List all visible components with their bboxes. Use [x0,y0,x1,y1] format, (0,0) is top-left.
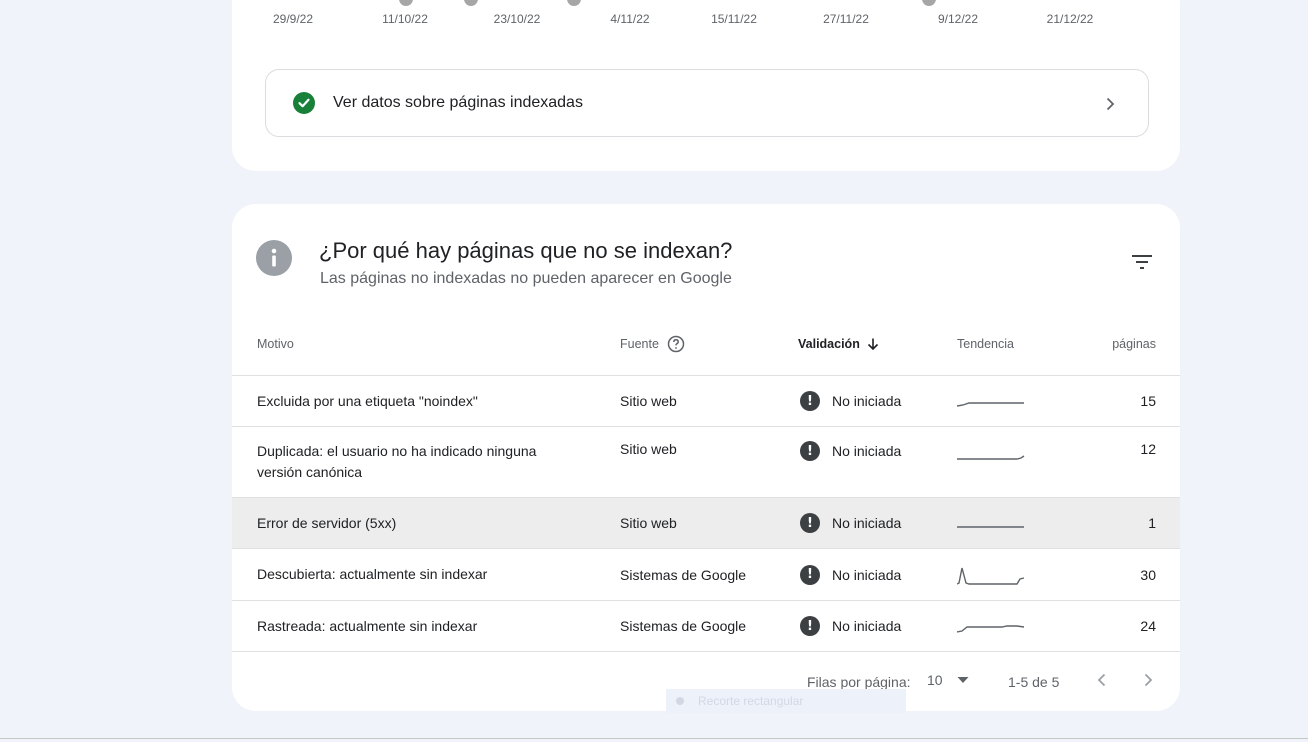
column-header-fuente[interactable]: Fuente [620,335,685,353]
chart-annotation-marker[interactable] [922,0,936,6]
window-bottom-border [0,738,1308,739]
info-icon [256,240,292,276]
check-circle-icon [293,92,315,114]
chevron-left-icon[interactable] [1092,670,1112,690]
source-cell: Sitio web [620,393,677,409]
warning-icon: ! [800,564,820,585]
pages-count-cell: 12 [1140,441,1156,457]
column-header-tendencia-label: Tendencia [957,337,1014,351]
x-axis-tick-label: 4/11/22 [610,12,650,26]
reason-cell: Duplicada: el usuario no ha indicado nin… [257,443,537,480]
filter-icon[interactable] [1130,250,1154,274]
x-axis-tick-label: 15/11/22 [711,12,757,26]
column-header-motivo[interactable]: Motivo [257,337,294,351]
rows-per-page-select[interactable]: 10 [927,672,969,688]
pages-count-cell: 15 [1140,393,1156,409]
reason-cell: Rastreada: actualmente sin indexar [257,617,478,634]
trend-sparkline [957,376,1025,426]
source-cell: Sitio web [620,441,677,457]
validation-status: No iniciada [832,618,902,634]
indexed-pages-link[interactable]: Ver datos sobre páginas indexadas [265,69,1149,137]
table-row[interactable]: Duplicada: el usuario no ha indicado nin… [232,426,1180,497]
snip-tooltip-label: Recorte rectangular [698,694,804,708]
pages-count-cell: 24 [1140,618,1156,634]
table-footer-divider [232,651,1180,652]
validation-status: No iniciada [832,443,902,459]
column-header-validacion-label: Validación [798,337,860,351]
x-axis-tick-label: 21/12/22 [1046,12,1094,26]
trend-sparkline [957,498,1025,548]
column-header-paginas[interactable]: páginas [1112,337,1156,351]
x-axis-tick-label: 29/9/22 [272,12,314,26]
indexed-pages-label: Ver datos sobre páginas indexadas [333,94,583,111]
x-axis-tick-label: 27/11/22 [823,12,869,26]
column-header-tendencia[interactable]: Tendencia [957,337,1014,351]
rows-per-page-value: 10 [927,672,943,688]
chart-annotation-marker[interactable] [464,0,478,6]
chevron-right-icon[interactable] [1138,670,1158,690]
warning-icon: ! [800,513,820,533]
help-icon[interactable] [667,335,685,353]
reason-cell: Error de servidor (5xx) [257,514,397,531]
validation-status: No iniciada [832,393,902,409]
snip-dot-icon [676,697,684,705]
validation-cell: ! No iniciada [800,498,901,548]
source-cell: Sitio web [620,515,677,531]
source-cell: Sistemas de Google [620,618,747,634]
trend-sparkline [957,448,1025,464]
column-header-paginas-label: páginas [1112,337,1156,351]
chevron-right-icon [1106,97,1115,111]
card-title: ¿Por qué hay páginas que no se indexan? [319,238,733,263]
chart-annotation-marker[interactable] [567,0,581,6]
chart-annotation-marker[interactable] [399,0,413,6]
warning-icon: ! [800,616,820,636]
caret-down-icon [957,677,969,683]
snip-tooltip: Recorte rectangular [666,689,906,713]
pages-count-cell: 1 [1148,515,1156,531]
validation-cell: ! No iniciada [800,376,901,426]
validation-cell: ! No iniciada [800,549,901,600]
validation-status: No iniciada [832,515,902,531]
warning-icon: ! [800,441,820,461]
pages-count-cell: 30 [1140,566,1156,583]
x-axis-tick-label: 9/12/22 [937,12,979,26]
table-row[interactable]: Rastreada: actualmente sin indexar Siste… [232,600,1180,651]
reason-cell: Excluida por una etiqueta "noindex" [257,392,478,409]
reason-cell: Descubierta: actualmente sin indexar [257,566,488,582]
card-subtitle: Las páginas no indexadas no pueden apare… [320,270,732,287]
x-axis-tick-label: 11/10/22 [382,12,428,26]
validation-status: No iniciada [832,566,902,583]
column-header-motivo-label: Motivo [257,337,294,351]
column-header-validacion[interactable]: Validación [798,337,880,351]
table-row[interactable]: Excluida por una etiqueta "noindex" Siti… [232,375,1180,426]
indexed-summary-card: 29/9/22 11/10/22 23/10/22 4/11/22 15/11/… [232,0,1180,171]
not-indexed-reasons-card: ¿Por qué hay páginas que no se indexan? … [232,204,1180,711]
source-cell: Sistemas de Google [620,566,747,583]
trend-sparkline [957,549,1025,600]
column-header-fuente-label: Fuente [620,337,659,351]
pagination-range: 1-5 de 5 [1008,674,1060,690]
rows-per-page-label: Filas por página: [807,674,911,690]
warning-icon: ! [800,391,820,411]
validation-cell: ! No iniciada [800,601,901,651]
table-row[interactable]: Error de servidor (5xx) Sitio web ! No i… [232,497,1180,548]
x-axis-tick-label: 23/10/22 [493,12,541,26]
table-row[interactable]: Descubierta: actualmente sin indexar Sis… [232,548,1180,600]
trend-sparkline [957,601,1025,651]
arrow-down-icon[interactable] [866,337,880,351]
validation-cell: ! No iniciada [800,441,901,461]
